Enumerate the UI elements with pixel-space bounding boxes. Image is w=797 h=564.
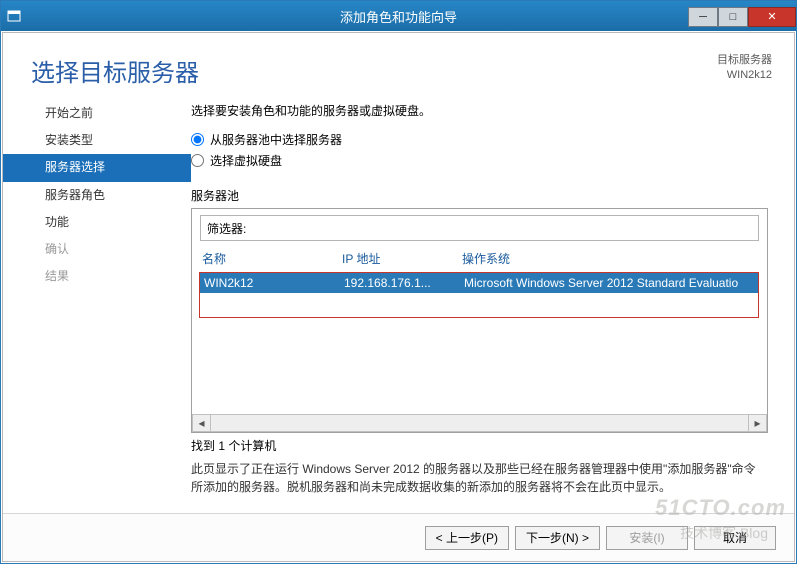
window-buttons: ─ □ ✕ <box>688 6 796 27</box>
next-button[interactable]: 下一步(N) > <box>515 526 600 550</box>
step-confirm: 确认 <box>3 236 191 263</box>
wizard-footer: < 上一步(P) 下一步(N) > 安装(I) 取消 <box>3 513 794 561</box>
scroll-left-icon[interactable]: ◂ <box>193 415 211 431</box>
page-header: 选择目标服务器 目标服务器 WIN2k12 <box>3 33 794 96</box>
system-icon <box>1 9 27 23</box>
minimize-button[interactable]: ─ <box>688 7 718 27</box>
radio-server-pool-input[interactable] <box>191 133 204 146</box>
radio-vhd-input[interactable] <box>191 154 204 167</box>
filter-row: 筛选器: <box>200 215 759 241</box>
row-name: WIN2k12 <box>204 276 344 290</box>
instruction-text: 选择要安装角色和功能的服务器或虚拟硬盘。 <box>191 102 768 119</box>
selection-radios: 从服务器池中选择服务器 选择虚拟硬盘 <box>191 131 768 173</box>
server-pool-label: 服务器池 <box>191 187 768 204</box>
steps-sidebar: 开始之前 安装类型 服务器选择 服务器角色 功能 确认 结果 <box>3 96 191 513</box>
highlighted-selection: WIN2k12 192.168.176.1... Microsoft Windo… <box>199 272 759 318</box>
cancel-button[interactable]: 取消 <box>694 526 776 550</box>
col-ip[interactable]: IP 地址 <box>342 250 462 267</box>
page-title: 选择目标服务器 <box>31 53 199 88</box>
titlebar: 添加角色和功能向导 ─ □ ✕ <box>1 1 796 31</box>
server-row[interactable]: WIN2k12 192.168.176.1... Microsoft Windo… <box>200 273 758 293</box>
step-install-type[interactable]: 安装类型 <box>3 127 191 154</box>
radio-server-pool-label: 从服务器池中选择服务器 <box>210 131 342 148</box>
wizard-body: 开始之前 安装类型 服务器选择 服务器角色 功能 确认 结果 选择要安装角色和功… <box>3 96 794 513</box>
scroll-right-icon[interactable]: ▸ <box>748 415 766 431</box>
destination-server: 目标服务器 WIN2k12 <box>717 53 772 84</box>
wizard-inner: 选择目标服务器 目标服务器 WIN2k12 开始之前 安装类型 服务器选择 服务… <box>2 32 795 562</box>
wizard-window: 添加角色和功能向导 ─ □ ✕ 选择目标服务器 目标服务器 WIN2k12 开始… <box>0 0 797 564</box>
step-server-selection[interactable]: 服务器选择 <box>3 154 191 181</box>
found-count: 找到 1 个计算机 <box>191 437 768 454</box>
step-server-roles[interactable]: 服务器角色 <box>3 182 191 209</box>
destination-value: WIN2k12 <box>717 68 772 83</box>
radio-vhd-label: 选择虚拟硬盘 <box>210 152 282 169</box>
radio-server-pool[interactable]: 从服务器池中选择服务器 <box>191 131 768 148</box>
filter-input[interactable] <box>252 219 752 237</box>
previous-button[interactable]: < 上一步(P) <box>425 526 509 550</box>
install-button: 安装(I) <box>606 526 688 550</box>
row-os: Microsoft Windows Server 2012 Standard E… <box>464 276 754 290</box>
main-content: 选择要安装角色和功能的服务器或虚拟硬盘。 从服务器池中选择服务器 选择虚拟硬盘 … <box>191 96 794 513</box>
destination-label: 目标服务器 <box>717 53 772 68</box>
note-text: 此页显示了正在运行 Windows Server 2012 的服务器以及那些已经… <box>191 460 768 496</box>
maximize-button[interactable]: □ <box>718 7 748 27</box>
radio-vhd[interactable]: 选择虚拟硬盘 <box>191 152 768 169</box>
column-headers: 名称 IP 地址 操作系统 <box>200 247 759 270</box>
col-name[interactable]: 名称 <box>202 250 342 267</box>
row-ip: 192.168.176.1... <box>344 276 464 290</box>
window-title: 添加角色和功能向导 <box>340 7 457 26</box>
step-results: 结果 <box>3 263 191 290</box>
step-features[interactable]: 功能 <box>3 209 191 236</box>
server-list-area <box>200 318 759 414</box>
server-pool-panel: 筛选器: 名称 IP 地址 操作系统 WIN2k12 192.168.176.1… <box>191 208 768 433</box>
col-os[interactable]: 操作系统 <box>462 250 757 267</box>
close-button[interactable]: ✕ <box>748 7 796 27</box>
step-before-begin[interactable]: 开始之前 <box>3 100 191 127</box>
filter-label: 筛选器: <box>207 220 246 237</box>
horizontal-scrollbar[interactable]: ◂ ▸ <box>192 414 767 432</box>
